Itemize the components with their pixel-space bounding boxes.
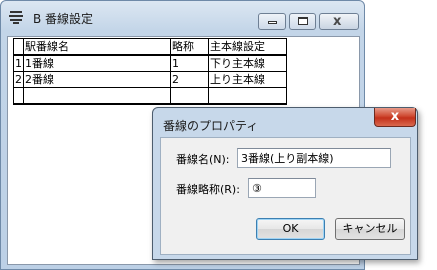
track-properties-dialog: 番線のプロパティ x 番線名(N): 番線略称(R): OK キャンセル bbox=[152, 107, 418, 260]
ok-button[interactable]: OK bbox=[256, 218, 325, 240]
close-button[interactable]: x bbox=[319, 13, 359, 30]
table-row-empty[interactable] bbox=[13, 87, 287, 105]
row-number: 1 bbox=[13, 54, 24, 72]
minimize-button[interactable] bbox=[258, 13, 286, 30]
track-name-label: 番線名(N): bbox=[176, 153, 230, 166]
track-abbreviation-label: 番線略称(R): bbox=[176, 183, 240, 196]
dialog-body: 番線名(N): 番線略称(R): OK キャンセル bbox=[160, 137, 411, 255]
cell-track-name[interactable] bbox=[23, 87, 171, 105]
track-name-input[interactable] bbox=[237, 148, 391, 168]
close-icon: x bbox=[390, 109, 400, 124]
header-corner bbox=[13, 38, 24, 56]
close-icon: x bbox=[333, 14, 342, 29]
dialog-title: 番線のプロパティ bbox=[163, 119, 259, 133]
cell-abbreviation[interactable]: 1 bbox=[170, 54, 209, 72]
dialog-close-button[interactable]: x bbox=[374, 108, 416, 127]
header-main-line[interactable]: 主本線設定 bbox=[208, 38, 287, 56]
cell-abbreviation[interactable]: 2 bbox=[170, 71, 209, 88]
cell-track-name[interactable]: 2番線 bbox=[23, 71, 171, 88]
main-window-title: B 番線設定 bbox=[33, 12, 94, 26]
track-abbreviation-input[interactable] bbox=[248, 178, 316, 198]
maximize-button[interactable] bbox=[289, 13, 316, 30]
cell-abbreviation[interactable] bbox=[170, 87, 209, 105]
row-number: 2 bbox=[13, 71, 24, 88]
cell-main-line[interactable] bbox=[208, 87, 287, 105]
app-settings-icon bbox=[9, 11, 23, 24]
row-number bbox=[13, 87, 24, 105]
cancel-button[interactable]: キャンセル bbox=[335, 218, 405, 240]
cell-main-line[interactable]: 上り主本線 bbox=[208, 71, 287, 88]
minimize-icon bbox=[268, 21, 277, 24]
track-table: 駅番線名 略称 主本線設定 1 1番線 1 下り主本線 2 2番線 2 上り主本… bbox=[13, 38, 287, 105]
main-title-bar[interactable]: B 番線設定 x bbox=[1, 1, 364, 33]
cell-main-line[interactable]: 下り主本線 bbox=[208, 54, 287, 72]
table-header-row: 駅番線名 略称 主本線設定 bbox=[13, 38, 287, 56]
table-row[interactable]: 1 1番線 1 下り主本線 bbox=[13, 54, 287, 72]
header-abbreviation[interactable]: 略称 bbox=[170, 38, 209, 56]
header-track-name[interactable]: 駅番線名 bbox=[23, 38, 171, 56]
maximize-icon bbox=[298, 17, 308, 25]
cell-track-name[interactable]: 1番線 bbox=[23, 54, 171, 72]
table-row[interactable]: 2 2番線 2 上り主本線 bbox=[13, 71, 287, 88]
